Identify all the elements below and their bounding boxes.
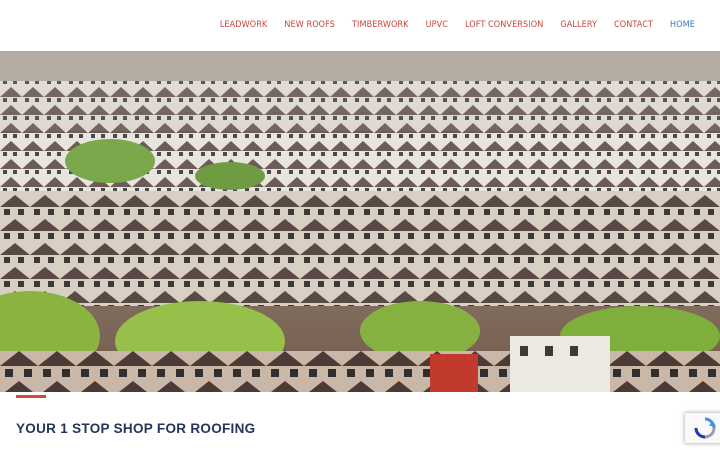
page-tagline: YOUR 1 STOP SHOP FOR ROOFING: [16, 421, 256, 436]
nav-loft-conversion[interactable]: LOFT CONVERSION: [465, 20, 543, 30]
recaptcha-badge[interactable]: [684, 412, 720, 444]
nav-timberwork[interactable]: TIMBERWORK: [352, 20, 409, 30]
nav-leadwork[interactable]: LEADWORK: [220, 20, 268, 30]
main-nav: LEADWORK NEW ROOFS TIMBERWORK UPVC LOFT …: [220, 20, 695, 30]
nav-gallery[interactable]: GALLERY: [560, 20, 597, 30]
nav-home[interactable]: HOME: [670, 20, 695, 30]
recaptcha-icon: [694, 417, 716, 439]
page: LEADWORK NEW ROOFS TIMBERWORK UPVC LOFT …: [0, 0, 720, 450]
nav-contact[interactable]: CONTACT: [614, 20, 653, 30]
hillside-houses-illustration: [0, 51, 720, 392]
hero-image: [0, 51, 720, 392]
nav-upvc[interactable]: UPVC: [426, 20, 448, 30]
site-header: LEADWORK NEW ROOFS TIMBERWORK UPVC LOFT …: [0, 0, 720, 51]
accent-bar: [16, 395, 46, 398]
nav-new-roofs[interactable]: NEW ROOFS: [284, 20, 335, 30]
